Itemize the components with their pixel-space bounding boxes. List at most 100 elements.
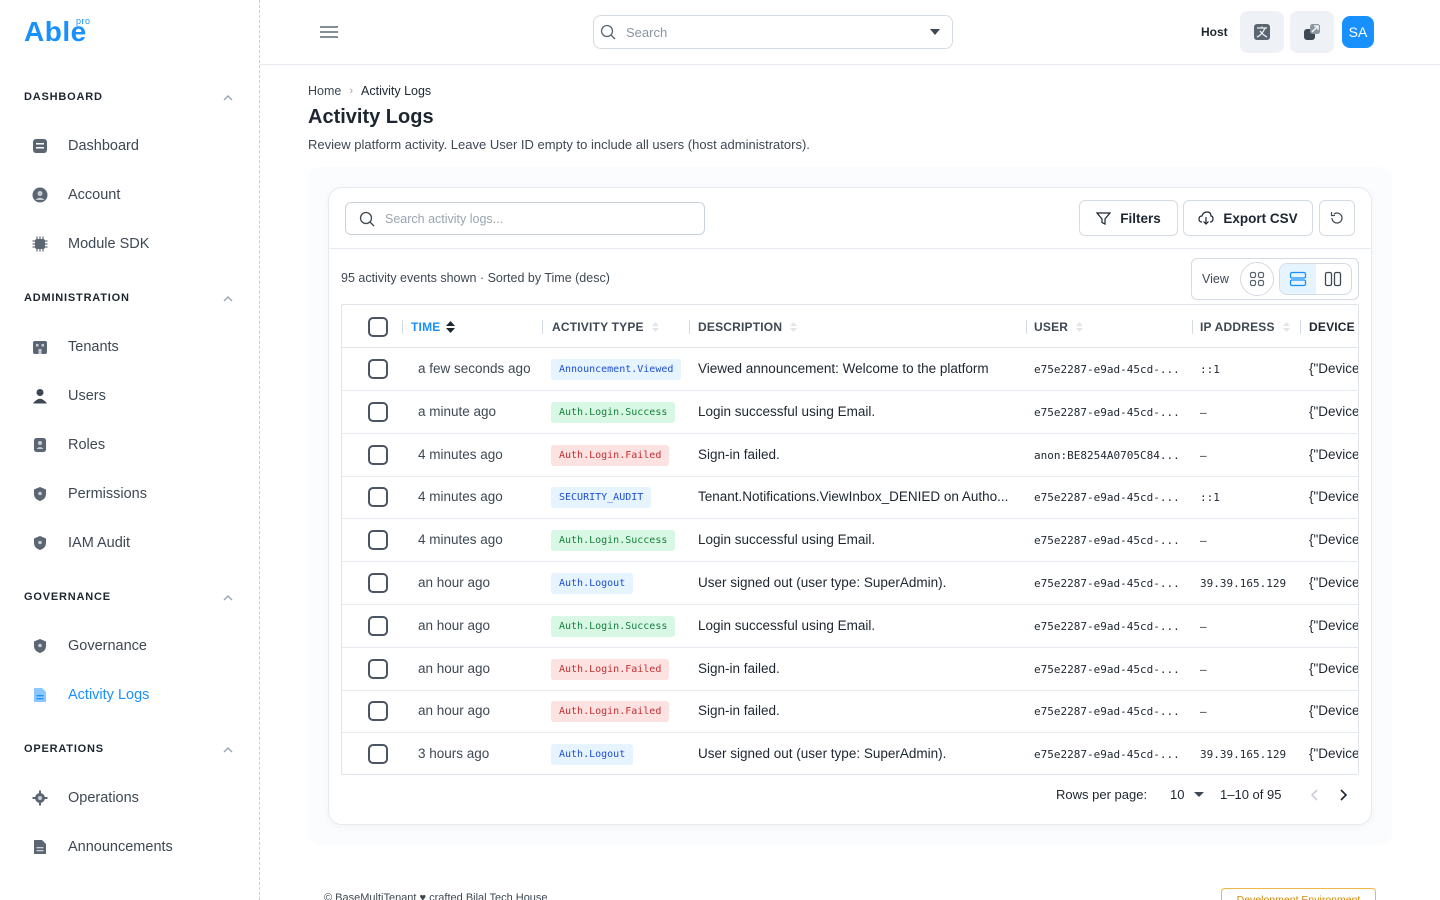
sidebar-item-tenants[interactable]: Tenants [24,327,236,367]
columns-view-button[interactable] [1316,264,1352,294]
cell-description: User signed out (user type: SuperAdmin). [698,575,947,590]
pagination-range: 1–10 of 95 [1220,787,1282,802]
chevron-up-icon[interactable] [222,92,234,104]
row-checkbox[interactable] [368,701,388,722]
cell-device: {"Device [1309,446,1359,462]
nav-group-governance[interactable]: GOVERNANCE [24,591,111,603]
cell-description: User signed out (user type: SuperAdmin). [698,746,947,762]
sidebar-item-module-sdk[interactable]: Module SDK [24,224,236,264]
row-checkbox[interactable] [368,359,388,379]
cell-ip-address: ::1 [1200,491,1220,505]
sidebar-item-roles[interactable]: Roles [24,425,236,465]
cell-description: Login successful using Email. [698,532,876,548]
row-checkbox[interactable] [368,658,388,679]
cell-ip-address: — [1200,619,1207,633]
rows-view-button[interactable] [1280,264,1316,294]
sort-icon [1282,322,1290,332]
chip-icon [30,234,50,254]
cell-device: {"Device [1309,617,1359,633]
column-divider [1192,320,1193,334]
row-checkbox[interactable] [368,573,388,593]
chevron-up-icon[interactable] [222,744,234,756]
nav-group-operations[interactable]: OPERATIONS [24,743,104,755]
shield-icon [30,636,50,656]
table-row[interactable]: an hour ago Auth.Login.Failed Sign-in fail… [342,648,1358,691]
cell-user: e75e2287-e9ad-45cd-... [1034,662,1180,676]
sidebar-item-label: IAM Audit [68,535,131,551]
row-checkbox[interactable] [368,487,388,508]
refresh-button[interactable] [1319,200,1355,236]
cell-time: an hour ago [418,703,491,719]
column-header-user[interactable]: USER [1034,320,1084,334]
table-row[interactable]: an hour ago Auth.Login.Failed Sign-in fail… [342,690,1358,734]
activity-type-badge: Auth.Logout [551,573,634,594]
sidebar-item-iam-audit[interactable]: IAM Audit [24,523,236,563]
language-button[interactable] [1240,11,1284,53]
cell-time: 3 hours ago [418,746,490,762]
sort-icon [446,321,456,333]
column-header-time[interactable]: TIME [411,320,456,334]
row-checkbox[interactable] [368,530,388,551]
sidebar-item-users[interactable]: Users [24,376,236,416]
sidebar-item-account[interactable]: Account [24,175,236,215]
sidebar-item-announcements[interactable]: Announcements [24,827,236,867]
breadcrumb-current: Activity Logs [361,84,432,98]
column-label: IP ADDRESS [1200,320,1275,334]
cell-description: Tenant.Notifications.ViewInbox_DENIED on… [698,489,1009,505]
table-row[interactable]: a few seconds ago Announcement.Viewed View… [342,348,1358,391]
column-label: USER [1034,320,1069,334]
chevron-up-icon[interactable] [222,293,234,305]
sidebar-item-dashboard[interactable]: Dashboard [24,126,236,166]
sidebar-item-label: Operations [68,790,139,806]
caret-down-icon[interactable] [930,29,940,35]
rows-per-page-select[interactable]: 10 [1170,787,1205,802]
sidebar-item-permissions[interactable]: Permissions [24,474,236,514]
column-header-activity-type[interactable]: ACTIVITY TYPE [552,320,659,334]
filters-label: Filters [1120,210,1161,226]
row-checkbox[interactable] [368,744,388,765]
nav-group-administration[interactable]: ADMINISTRATION [24,292,130,304]
row-checkbox[interactable] [368,615,388,636]
filters-button[interactable]: Filters [1079,200,1178,236]
table-row[interactable]: an hour ago Auth.Logout User signed out (u… [342,562,1358,605]
nav-group-dashboard[interactable]: DASHBOARD [24,91,103,103]
chevron-left-icon[interactable] [1310,789,1320,801]
grid-view-button[interactable] [1240,262,1274,296]
fullscreen-button[interactable] [1290,11,1334,53]
column-header-device[interactable]: DEVICE [1309,320,1355,334]
sort-icon [1076,322,1084,332]
sidebar-item-label: Module SDK [68,236,150,252]
cell-ip-address: — [1200,662,1207,676]
global-search-input[interactable]: Search [593,15,953,49]
chevron-right-icon[interactable] [1338,789,1348,801]
sidebar-item-activity-logs[interactable]: Activity Logs [24,675,236,715]
sort-icon [651,322,659,332]
select-all-checkbox[interactable] [368,317,388,337]
menu-icon[interactable] [318,22,340,42]
table-row[interactable]: an hour ago Auth.Login.Success Login succe… [342,605,1359,648]
chevron-up-icon[interactable] [222,592,234,604]
sidebar-item-operations[interactable]: Operations [24,778,236,818]
column-divider [689,320,690,334]
export-csv-button[interactable]: Export CSV [1183,200,1313,236]
table-row[interactable]: 4 minutes ago SECURITY_AUDIT Tenant.Notifi… [342,476,1358,520]
table-row[interactable]: 4 minutes ago Auth.Login.Success Login suc… [342,519,1359,563]
cell-ip-address: ::1 [1200,363,1220,376]
column-header-description[interactable]: DESCRIPTION [698,320,798,334]
sidebar-item-governance[interactable]: Governance [24,626,236,666]
cell-device: {"Device [1309,532,1359,548]
user-avatar[interactable]: SA [1342,16,1374,48]
column-header-ip-address[interactable]: IP ADDRESS [1200,320,1290,334]
breadcrumb-home[interactable]: Home [308,84,341,98]
row-checkbox[interactable] [368,401,388,422]
activity-search-input[interactable]: Search activity logs... [345,202,705,235]
results-summary: 95 activity events shown · Sorted by Tim… [341,271,610,285]
table-row[interactable]: a minute ago Auth.Login.Success Login succ… [342,391,1358,434]
table-row[interactable]: 3 hours ago Auth.Logout User signed out (u… [342,733,1358,774]
table-row[interactable]: 4 minutes ago Auth.Login.Failed Sign-in fa… [342,434,1359,477]
brand-logo[interactable]: Able pro [24,16,90,48]
column-label: DESCRIPTION [698,320,783,334]
rows-per-page-label: Rows per page: [1056,787,1148,802]
column-label: ACTIVITY TYPE [552,320,644,334]
row-checkbox[interactable] [368,444,388,465]
